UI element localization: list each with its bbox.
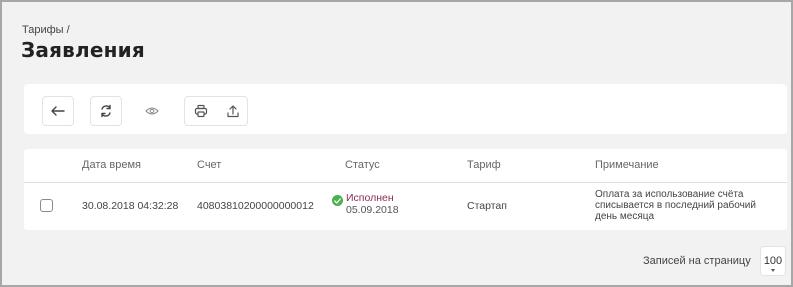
toolbar (24, 84, 787, 134)
column-header-account[interactable]: Счет (197, 159, 221, 171)
column-header-datetime[interactable]: Дата время (82, 159, 141, 171)
refresh-button[interactable] (90, 96, 122, 126)
page-size-label: Записей на страницу (643, 255, 751, 267)
table-header: Дата время Счет Статус Тариф Примечание (24, 149, 787, 183)
arrow-left-icon (51, 106, 65, 116)
view-button[interactable] (136, 96, 168, 126)
status-label: Исполнен (346, 192, 394, 204)
cell-datetime: 30.08.2018 04:32:28 (82, 200, 179, 212)
caret-down-icon (771, 269, 775, 272)
cell-note: Оплата за использование счёта списываетс… (595, 189, 756, 222)
applications-table: Дата время Счет Статус Тариф Примечание … (24, 149, 787, 230)
printer-icon (194, 104, 208, 118)
page-size-select[interactable]: 100 (760, 246, 786, 276)
table-row[interactable]: 30.08.2018 04:32:28 40803810200000000012… (24, 184, 787, 230)
back-button[interactable] (42, 96, 74, 126)
column-header-status[interactable]: Статус (345, 159, 380, 171)
column-header-tariff[interactable]: Тариф (467, 159, 501, 171)
print-button[interactable] (185, 97, 217, 125)
cell-account: 40803810200000000012 (197, 200, 314, 212)
check-circle-icon (332, 195, 343, 206)
breadcrumb[interactable]: Тарифы / (22, 24, 70, 36)
upload-icon (227, 105, 239, 118)
status-badge: Исполнен 05.09.2018 (346, 192, 399, 216)
row-checkbox[interactable] (40, 199, 53, 212)
window-frame: Тарифы / Заявления Дата время Счет Стату… (0, 0, 793, 287)
cell-tariff: Стартап (467, 200, 507, 212)
refresh-icon (101, 104, 111, 118)
page-title: Заявления (21, 38, 145, 62)
eye-icon (145, 107, 159, 115)
print-export-group (184, 96, 248, 126)
column-header-note[interactable]: Примечание (595, 159, 659, 171)
status-date: 05.09.2018 (346, 204, 399, 216)
page-size-value: 100 (763, 255, 783, 267)
export-button[interactable] (217, 97, 249, 125)
